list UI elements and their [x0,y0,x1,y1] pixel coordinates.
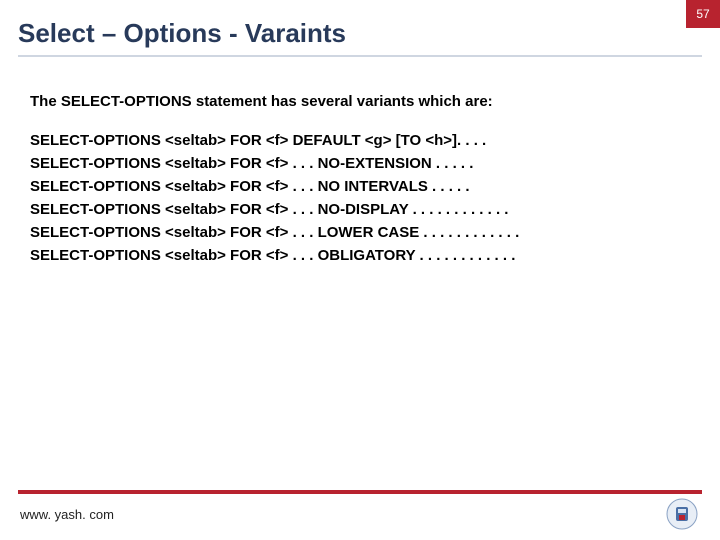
page-number: 57 [696,7,709,21]
footer-url: www. yash. com [20,507,114,522]
variant-list: SELECT-OPTIONS <seltab> FOR <f> DEFAULT … [30,132,690,264]
slide-title: Select – Options - Varaints [18,18,702,49]
footer-logo-icon [666,498,698,530]
variant-line: SELECT-OPTIONS <seltab> FOR <f> . . . OB… [30,247,690,264]
variant-line: SELECT-OPTIONS <seltab> FOR <f> . . . NO… [30,178,690,195]
variant-line: SELECT-OPTIONS <seltab> FOR <f> . . . LO… [30,224,690,241]
intro-text: The SELECT-OPTIONS statement has several… [30,93,690,110]
variant-line: SELECT-OPTIONS <seltab> FOR <f> . . . NO… [30,155,690,172]
content-area: The SELECT-OPTIONS statement has several… [0,57,720,264]
page-number-badge: 57 [686,0,720,28]
footer-divider [18,490,702,494]
variant-line: SELECT-OPTIONS <seltab> FOR <f> DEFAULT … [30,132,690,149]
variant-line: SELECT-OPTIONS <seltab> FOR <f> . . . NO… [30,201,690,218]
title-container: Select – Options - Varaints [0,0,720,51]
